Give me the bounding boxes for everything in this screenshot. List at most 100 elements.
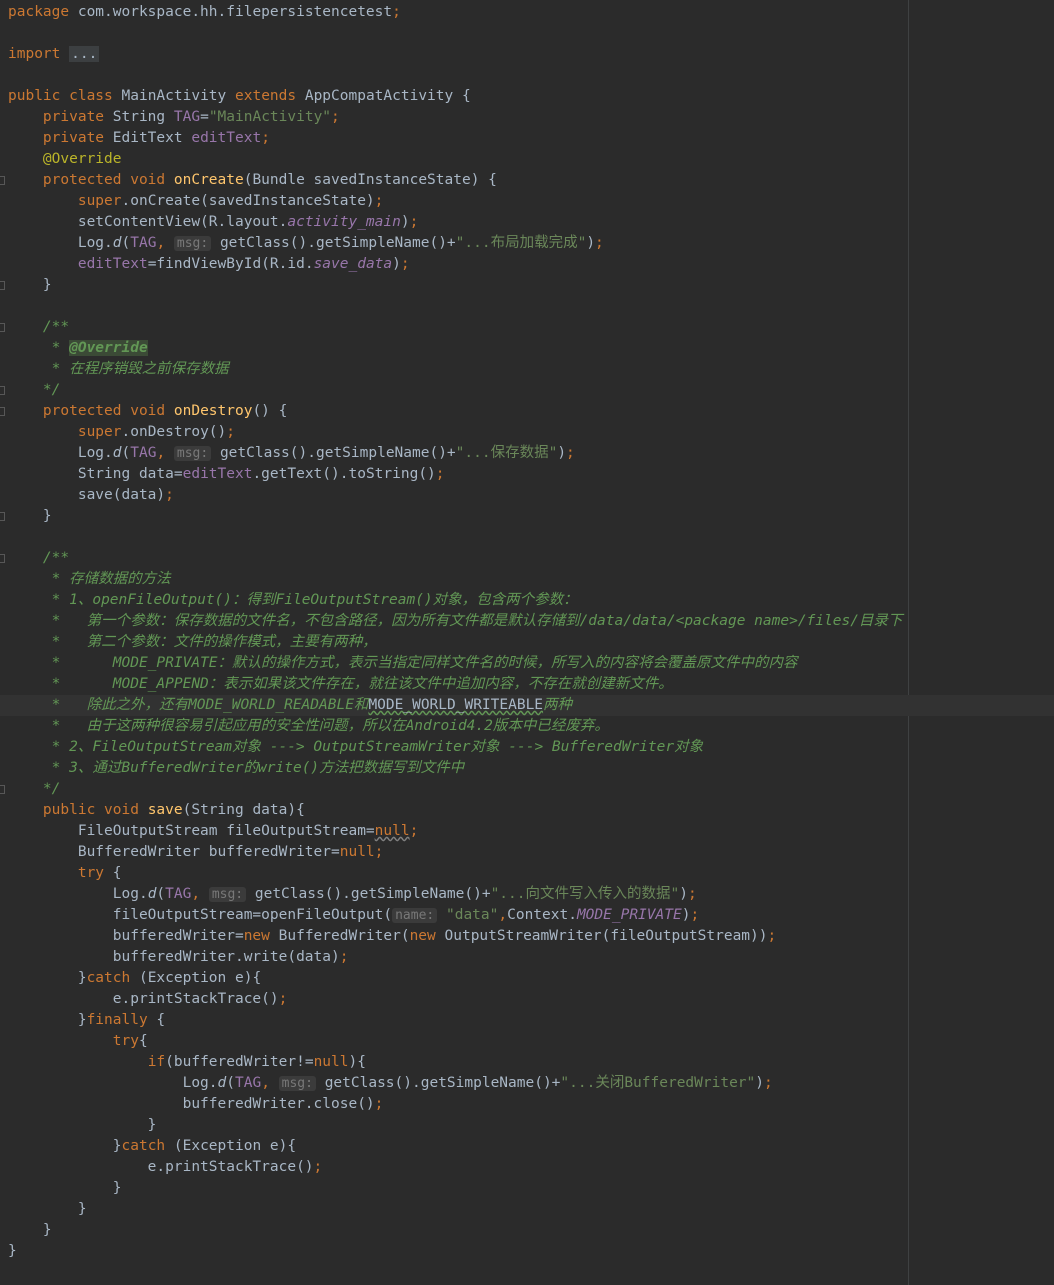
code-line[interactable]: Log.d(TAG, msg: getClass().getSimpleName… <box>8 233 1054 254</box>
code-token: "MainActivity" <box>208 109 332 125</box>
code-line[interactable]: Log.d(TAG, msg: getClass().getSimpleName… <box>8 884 1054 905</box>
code-line[interactable]: /** <box>0 548 1054 569</box>
code-line[interactable]: Log.d(TAG, msg: getClass().getSimpleName… <box>8 1073 1054 1094</box>
code-line[interactable]: */ <box>0 779 1054 800</box>
code-token: protected void <box>8 403 174 419</box>
fold-marker-icon[interactable] <box>0 386 5 395</box>
code-token: "...保存数据" <box>455 445 558 461</box>
code-line[interactable]: }catch (Exception e){ <box>8 1136 1054 1157</box>
code-token: /** <box>8 319 70 335</box>
code-line[interactable]: package com.workspace.hh.filepersistence… <box>8 2 1054 23</box>
code-token: @Override <box>8 151 122 167</box>
code-line[interactable]: private EditText editText; <box>8 128 1054 149</box>
code-line[interactable]: * 存储数据的方法 <box>8 569 1054 590</box>
fold-marker-icon[interactable] <box>0 323 5 332</box>
code-line[interactable]: save(data); <box>8 485 1054 506</box>
fold-marker-icon[interactable] <box>0 281 5 290</box>
code-line[interactable]: e.printStackTrace(); <box>8 1157 1054 1178</box>
code-line[interactable]: Log.d(TAG, msg: getClass().getSimpleName… <box>8 443 1054 464</box>
code-token: { <box>138 1033 148 1049</box>
code-line[interactable]: * 1、openFileOutput()：得到FileOutputStream(… <box>8 590 1054 611</box>
code-line[interactable]: } <box>8 1115 1054 1136</box>
code-token: ; <box>409 214 419 230</box>
code-line[interactable]: public class MainActivity extends AppCom… <box>8 86 1054 107</box>
fold-marker-icon[interactable] <box>0 176 5 185</box>
code-line[interactable]: e.printStackTrace(); <box>8 989 1054 1010</box>
code-line[interactable]: protected void onDestroy() { <box>0 401 1054 422</box>
code-editor[interactable]: package com.workspace.hh.filepersistence… <box>0 0 1054 1285</box>
code-token: @Override <box>69 340 148 356</box>
code-token: */ <box>8 382 61 398</box>
code-line[interactable]: if(bufferedWriter!=null){ <box>8 1052 1054 1073</box>
code-line[interactable]: * 2、FileOutputStream对象 ---> OutputStream… <box>8 737 1054 758</box>
code-token: onDestroy <box>173 403 253 419</box>
code-line[interactable]: editText=findViewById(R.id.save_data); <box>8 254 1054 275</box>
code-token: if <box>147 1054 166 1070</box>
code-line[interactable]: }finally { <box>8 1010 1054 1031</box>
code-line[interactable]: bufferedWriter=new BufferedWriter(new Ou… <box>8 926 1054 947</box>
folded-imports[interactable]: ... <box>69 46 100 62</box>
fold-marker-icon[interactable] <box>0 407 5 416</box>
code-token: ; <box>409 823 419 839</box>
code-line[interactable]: } <box>8 1178 1054 1199</box>
code-token: ; <box>687 886 697 902</box>
code-line[interactable] <box>8 527 1054 548</box>
code-token: getClass().getSimpleName()+ <box>315 1075 561 1091</box>
code-token: } <box>8 1180 122 1196</box>
code-line[interactable]: }catch (Exception e){ <box>8 968 1054 989</box>
code-line[interactable]: * 第一个参数：保存数据的文件名，不包含路径，因为所有文件都是默认存储到/dat… <box>8 611 1054 632</box>
code-line[interactable]: } <box>8 1220 1054 1241</box>
code-line[interactable]: protected void onCreate(Bundle savedInst… <box>0 170 1054 191</box>
code-line[interactable]: } <box>0 275 1054 296</box>
code-line[interactable]: * 由于这两种很容易引起应用的安全性问题，所以在Android4.2版本中已经废… <box>8 716 1054 737</box>
code-token: ) <box>392 256 401 272</box>
code-token: ( <box>121 235 131 251</box>
code-line[interactable]: super.onDestroy(); <box>8 422 1054 443</box>
code-token: MainActivity <box>121 88 235 104</box>
code-line[interactable]: BufferedWriter bufferedWriter=null; <box>8 842 1054 863</box>
code-line[interactable]: public void save(String data){ <box>8 800 1054 821</box>
code-line[interactable]: private String TAG="MainActivity"; <box>8 107 1054 128</box>
code-line[interactable]: try { <box>8 863 1054 884</box>
code-token: { <box>156 1012 166 1028</box>
code-line[interactable]: * 第二个参数：文件的操作模式，主要有两种， <box>8 632 1054 653</box>
code-line[interactable]: * MODE_PRIVATE：默认的操作方式，表示当指定同样文件名的时候，所写入… <box>8 653 1054 674</box>
code-line[interactable]: super.onCreate(savedInstanceState); <box>8 191 1054 212</box>
code-line[interactable]: try{ <box>8 1031 1054 1052</box>
code-token: Log. <box>8 235 113 251</box>
code-line[interactable]: * 3、通过BufferedWriter的write()方法把数据写到文件中 <box>8 758 1054 779</box>
fold-marker-icon[interactable] <box>0 554 5 563</box>
code-line[interactable]: import ... <box>8 44 1054 65</box>
code-line[interactable]: } <box>8 1241 1054 1262</box>
code-line[interactable]: /** <box>0 317 1054 338</box>
code-line[interactable]: } <box>8 1199 1054 1220</box>
code-line[interactable]: setContentView(R.layout.activity_main); <box>8 212 1054 233</box>
code-line[interactable]: */ <box>0 380 1054 401</box>
code-line[interactable]: * @Override <box>8 338 1054 359</box>
code-token: ; <box>595 235 604 251</box>
code-token: ; <box>278 991 288 1007</box>
fold-marker-icon[interactable] <box>0 512 5 521</box>
code-token: ; <box>566 445 575 461</box>
code-area[interactable]: package com.workspace.hh.filepersistence… <box>0 2 1054 1262</box>
code-token: "...关闭BufferedWriter" <box>560 1075 756 1091</box>
code-line[interactable]: bufferedWriter.close(); <box>8 1094 1054 1115</box>
code-line[interactable] <box>8 23 1054 44</box>
code-line[interactable]: FileOutputStream fileOutputStream=null; <box>8 821 1054 842</box>
code-line[interactable]: } <box>0 506 1054 527</box>
fold-marker-icon[interactable] <box>0 785 5 794</box>
code-token: .getText().toString() <box>252 466 436 482</box>
code-line[interactable]: * MODE_APPEND：表示如果该文件存在，就往该文件中追加内容，不存在就创… <box>8 674 1054 695</box>
code-line[interactable]: String data=editText.getText().toString(… <box>8 464 1054 485</box>
code-line[interactable]: * 除此之外，还有MODE_WORLD_READABLE和MODE_WORLD_… <box>0 695 1054 716</box>
code-line[interactable] <box>8 65 1054 86</box>
code-line[interactable]: * 在程序销毁之前保存数据 <box>8 359 1054 380</box>
code-line[interactable]: bufferedWriter.write(data); <box>8 947 1054 968</box>
code-token: ; <box>767 928 777 944</box>
code-line[interactable]: fileOutputStream=openFileOutput(name: "d… <box>8 905 1054 926</box>
code-line[interactable]: @Override <box>8 149 1054 170</box>
code-line[interactable] <box>8 296 1054 317</box>
code-token: ; <box>374 844 384 860</box>
code-token: private <box>8 109 113 125</box>
